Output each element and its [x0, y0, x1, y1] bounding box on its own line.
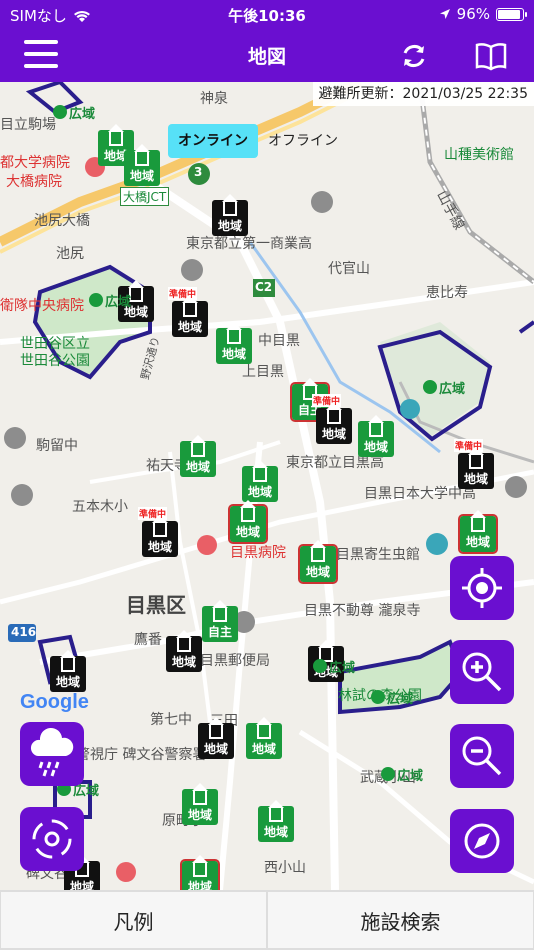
wide-area-label: 広域 [329, 660, 356, 676]
shelter-marker-preparing[interactable]: 地域 準備中 [312, 394, 354, 446]
map-label: 駒留中 [36, 438, 78, 454]
typhoon-icon [32, 819, 72, 859]
zoom-in-button[interactable] [450, 640, 514, 704]
shelter-marker-local[interactable]: 地域 [48, 642, 88, 694]
shelter-marker-local[interactable]: 地域 [228, 492, 268, 544]
rain-radar-button[interactable] [20, 722, 84, 786]
map-view[interactable]: 神泉 目立駒場 山種美術館 都大学病院 大橋病院 大橋JCT 池尻大橋 東京都立… [0, 82, 534, 890]
mode-segmented-control: オンライン オフライン [168, 124, 348, 158]
map-label: 衛隊中央病院 [0, 298, 84, 314]
shelter-marker-local[interactable]: 地域 [458, 502, 498, 554]
map-label: 山種美術館 [444, 147, 514, 163]
sync-button[interactable] [398, 40, 430, 72]
wide-area-marker[interactable]: 広域 [378, 762, 426, 786]
map-label: 鷹番 [134, 632, 162, 648]
person-icon [381, 767, 395, 781]
status-bar: SIMなし 午後10:36 96% [0, 0, 534, 30]
map-label: 目黒区 [126, 593, 186, 617]
map-label: 代官山 [328, 261, 370, 277]
person-icon [53, 105, 67, 119]
zoom-out-icon [462, 736, 502, 776]
wide-area-marker[interactable]: 広域 [368, 685, 416, 709]
nav-bar: 地図 [0, 30, 534, 82]
map-label: 西小山 [264, 860, 306, 876]
manual-button[interactable] [474, 40, 508, 72]
map-label: 五本木小 [72, 499, 128, 515]
battery-percent: 96% [456, 5, 490, 23]
person-icon [423, 380, 437, 394]
map-label: 中目黒 [258, 333, 300, 349]
online-toggle[interactable]: オンライン [168, 124, 258, 158]
bottom-bar: 凡例 施設検索 [0, 890, 534, 950]
crosshair-icon [462, 568, 502, 608]
wide-area-label: 広域 [439, 381, 466, 397]
route-badge: C2 [255, 280, 273, 294]
map-label: 目黒不動尊 瀧泉寺 [304, 603, 421, 619]
map-label: 神泉 [200, 91, 228, 107]
shelter-marker-local[interactable]: 地域 [196, 709, 236, 761]
zoom-in-icon [462, 652, 502, 692]
shelter-marker-local[interactable]: 地域 [244, 709, 284, 761]
map-label: 第七中 [150, 712, 192, 728]
zoom-out-button[interactable] [450, 724, 514, 788]
shelter-marker-local[interactable]: 地域 [178, 427, 218, 479]
current-location-button[interactable] [450, 556, 514, 620]
route-badge: 3 [194, 165, 203, 179]
shelter-update-label: 避難所更新：2021/03/25 22:35 [312, 82, 534, 106]
wide-area-marker[interactable]: 広域 [420, 375, 468, 399]
google-logo: Google [20, 691, 89, 713]
shelter-marker-local[interactable]: 地域 [180, 847, 220, 890]
person-icon [313, 659, 327, 673]
person-icon [371, 690, 385, 704]
map-label: 目立駒場 [0, 117, 56, 133]
shelter-marker-local[interactable]: 地域 [256, 792, 296, 844]
wide-area-label: 広域 [397, 768, 424, 784]
map-label: 目黒病院 [230, 545, 286, 561]
map-label: 目黒寄生虫館 [336, 547, 420, 563]
shelter-marker-local[interactable]: 地域 [180, 775, 220, 827]
map-label: 恵比寿 [426, 285, 468, 301]
shelter-marker-local[interactable]: 地域 [122, 136, 162, 188]
offline-toggle[interactable]: オフライン [258, 124, 348, 158]
typhoon-button[interactable] [20, 807, 84, 871]
battery-icon [496, 7, 527, 21]
shelter-marker-local[interactable]: 地域 [356, 407, 396, 459]
shelter-marker-local[interactable]: 地域 [210, 186, 250, 238]
legend-button[interactable]: 凡例 [1, 892, 266, 948]
shelter-marker-preparing[interactable]: 地域 準備中 [454, 439, 496, 491]
map-label: 池尻 [56, 246, 84, 262]
map-label: 池尻大橋 [34, 213, 90, 229]
page-title: 地図 [247, 46, 286, 68]
shelter-marker-local[interactable]: 地域 [298, 532, 338, 584]
status-right: 96% [439, 5, 527, 23]
wide-area-marker[interactable]: 広域 [86, 288, 134, 312]
wide-area-label: 広域 [105, 294, 132, 310]
map-label: 目黒郵便局 [200, 653, 270, 669]
compass-icon [464, 823, 500, 859]
person-icon [89, 293, 103, 307]
book-icon [475, 43, 507, 71]
shelter-marker-local[interactable]: 地域 [214, 314, 254, 366]
map-label: 都大学病院 [0, 155, 70, 171]
app-root: SIMなし 午後10:36 96% 地図 神泉 目立駒場 山種美術館 都大学病院… [0, 0, 534, 950]
compass-button[interactable] [450, 809, 514, 873]
map-label: 警視庁 碑文谷警察署 [76, 747, 207, 763]
shelter-marker-preparing[interactable]: 地域 準備中 [168, 287, 210, 339]
shelter-marker-local[interactable]: 地域 [164, 622, 204, 674]
wide-area-marker[interactable]: 広域 [50, 100, 98, 124]
location-arrow-icon [439, 9, 450, 19]
map-label: 世田谷公園 [20, 353, 90, 369]
rain-cloud-icon [30, 727, 74, 777]
route-badge: 416 [11, 625, 37, 639]
shelter-marker-preparing[interactable]: 地域 準備中 [138, 507, 180, 559]
map-label: 大橋病院 [6, 174, 62, 190]
map-label: 大橋JCT [120, 187, 170, 206]
facility-search-button[interactable]: 施設検索 [268, 892, 533, 948]
sync-icon [403, 45, 425, 67]
wide-area-label: 広域 [69, 106, 96, 122]
shelter-marker-self[interactable]: 自主 [200, 592, 240, 644]
wide-area-label: 広域 [387, 691, 414, 707]
wide-area-marker[interactable]: 広域 [310, 654, 358, 678]
